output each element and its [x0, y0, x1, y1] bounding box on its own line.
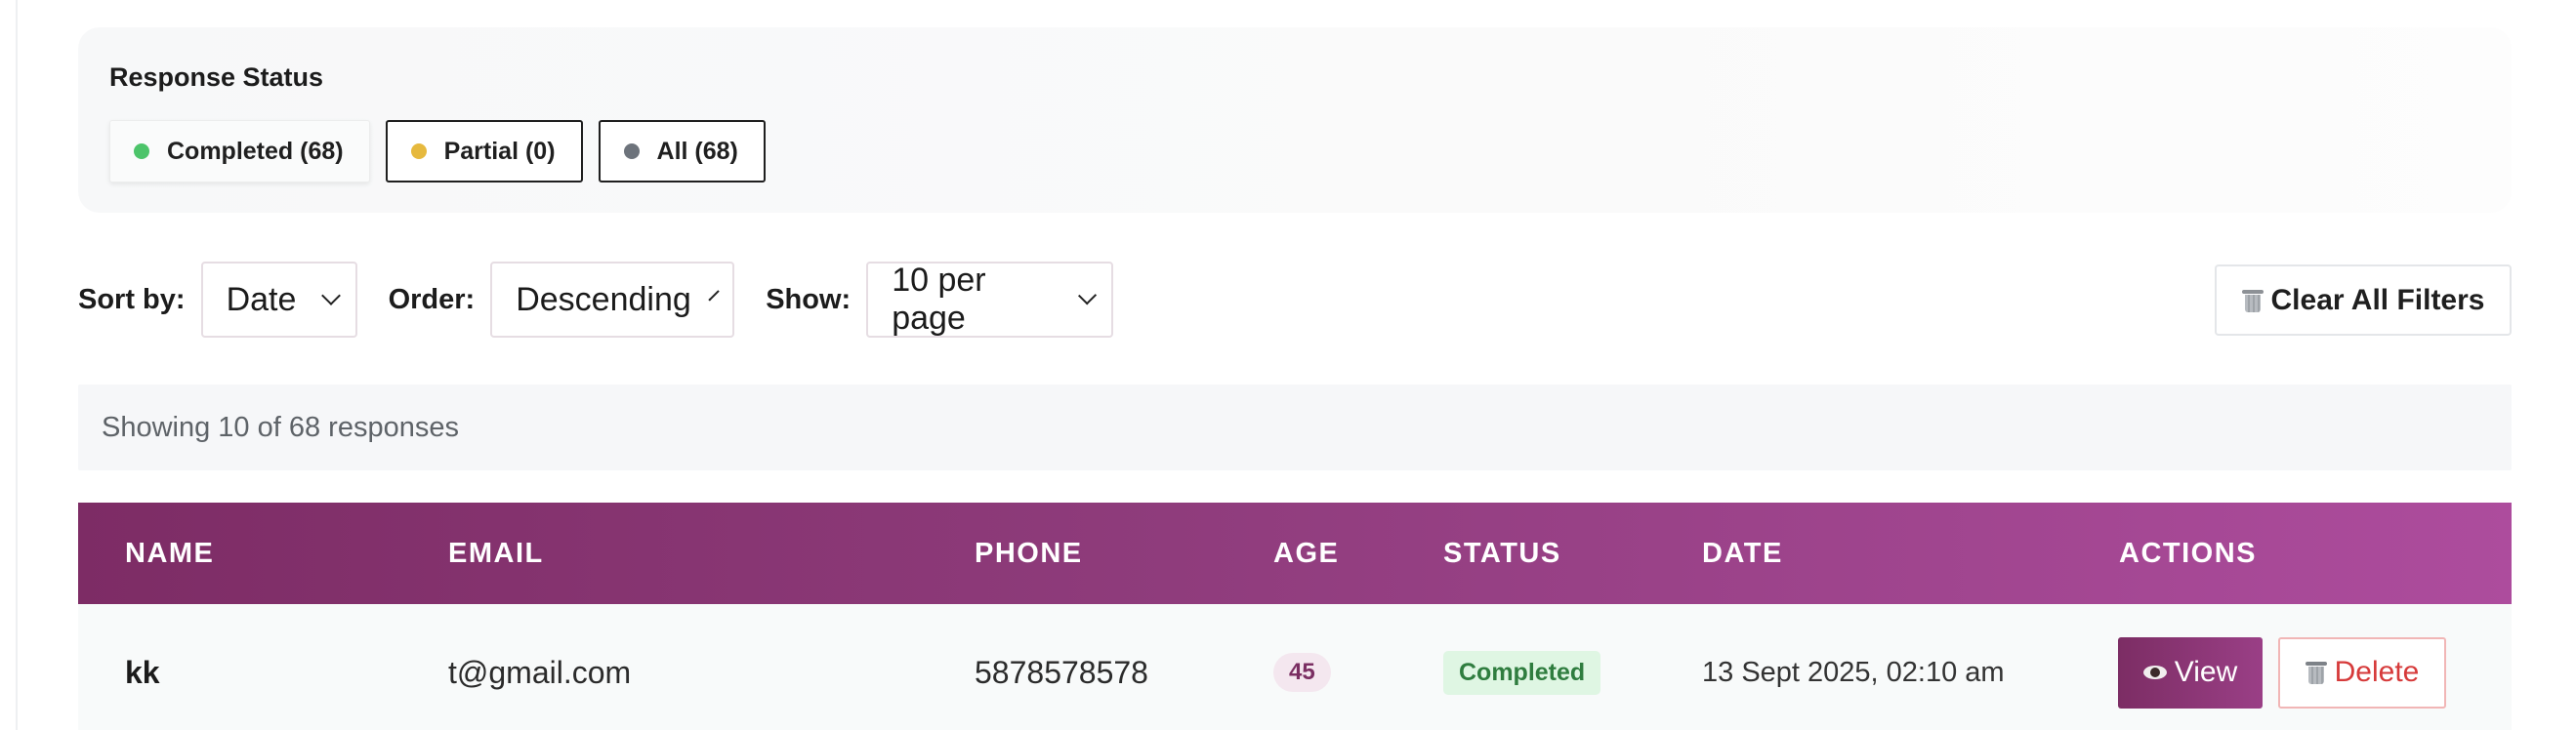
chevron-down-icon: [708, 290, 720, 302]
show-label: Show:: [766, 283, 852, 315]
results-summary-text: Showing 10 of 68 responses: [102, 411, 459, 443]
cell-status: Completed: [1443, 604, 1601, 730]
responses-page: Response Status Completed (68) Partial (…: [0, 0, 2576, 730]
order-label: Order:: [388, 283, 476, 315]
column-header-actions: ACTIONS: [2119, 537, 2257, 569]
column-header-date[interactable]: DATE: [1702, 538, 1783, 570]
clear-all-filters-button[interactable]: Clear All Filters: [2215, 264, 2512, 336]
filter-chip-partial[interactable]: Partial (0): [385, 120, 583, 182]
sidebar-divider: [16, 0, 18, 730]
order-select[interactable]: Descending: [490, 262, 735, 338]
page-size-value: 10 per page: [892, 262, 986, 337]
results-summary-bar: Showing 10 of 68 responses: [78, 385, 2512, 470]
list-controls-toolbar: Sort by: Date Order: Descending Show: 10…: [78, 262, 1144, 338]
view-button[interactable]: View: [2118, 636, 2263, 709]
column-header-name[interactable]: NAME: [125, 538, 214, 570]
table-header: NAME EMAIL PHONE AGE STATUS DATE ACTIONS: [78, 503, 2512, 604]
sort-by-value: Date: [226, 280, 297, 318]
filter-chip-label: All (68): [656, 137, 738, 165]
delete-button-label: Delete: [2334, 656, 2420, 688]
filter-chip-completed[interactable]: Completed (68): [109, 120, 370, 182]
status-badge: Completed: [1443, 650, 1601, 695]
view-button-label: View: [2174, 656, 2238, 688]
filter-chip-label: Completed (68): [167, 137, 344, 165]
sort-by-label: Sort by:: [78, 283, 186, 315]
sort-by-select[interactable]: Date: [200, 262, 357, 338]
page-size-select[interactable]: 10 per page: [866, 262, 1114, 338]
eye-icon: [2142, 666, 2167, 679]
cell-actions: View Delete: [2118, 604, 2446, 730]
column-header-phone[interactable]: PHONE: [975, 538, 1083, 570]
status-filter-chips: Completed (68) Partial (0) All (68): [109, 120, 766, 182]
response-status-panel: Response Status Completed (68) Partial (…: [78, 27, 2512, 213]
cell-age: 45: [1273, 604, 1331, 730]
filter-chip-label: Partial (0): [443, 137, 556, 165]
cell-name: kk: [125, 654, 160, 690]
responses-table: NAME EMAIL PHONE AGE STATUS DATE ACTIONS…: [78, 503, 2512, 730]
response-status-title: Response Status: [109, 62, 324, 92]
order-value: Descending: [516, 280, 691, 318]
cell-date: 13 Sept 2025, 02:10 am: [1702, 656, 2005, 688]
column-header-status[interactable]: STATUS: [1443, 538, 1561, 570]
column-header-email[interactable]: EMAIL: [448, 538, 544, 570]
partial-dot-icon: [410, 143, 427, 159]
chevron-down-icon: [1077, 286, 1098, 305]
delete-button[interactable]: Delete: [2278, 636, 2446, 709]
trash-icon: [2305, 660, 2327, 685]
completed-dot-icon: [134, 143, 149, 159]
filter-chip-all[interactable]: All (68): [598, 120, 766, 182]
all-dot-icon: [623, 143, 640, 159]
chevron-down-icon: [320, 286, 341, 305]
table-row[interactable]: kk t@gmail.com 5878578578 45 Completed 1…: [78, 604, 2512, 730]
trash-icon: [2241, 288, 2264, 313]
clear-all-filters-label: Clear All Filters: [2270, 283, 2485, 316]
column-header-age[interactable]: AGE: [1273, 538, 1339, 570]
age-badge: 45: [1273, 653, 1331, 692]
cell-email: t@gmail.com: [448, 654, 632, 690]
cell-phone: 5878578578: [975, 654, 1148, 690]
